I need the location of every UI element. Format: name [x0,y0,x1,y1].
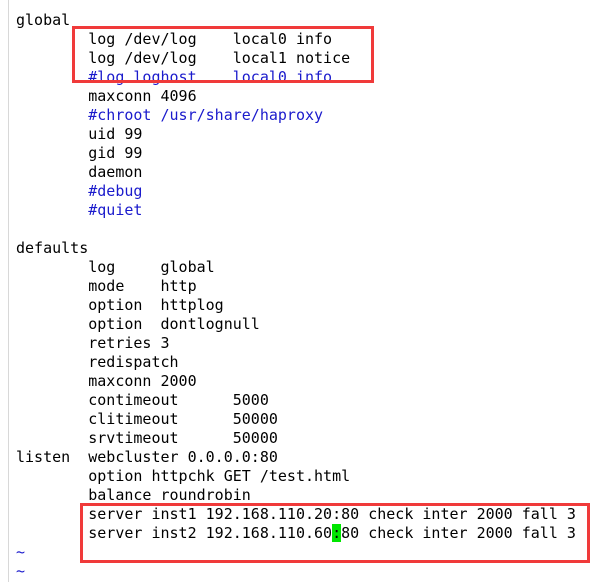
empty-line-tilde[interactable]: ~ [16,562,576,581]
code-line[interactable]: #chroot /usr/share/haproxy [16,106,576,125]
code-line[interactable]: daemon [16,163,576,182]
code-line[interactable]: defaults [16,239,576,258]
code-line[interactable]: uid 99 [16,125,576,144]
code-line[interactable]: retries 3 [16,334,576,353]
code-line[interactable] [16,220,576,239]
code-line[interactable]: option httplog [16,296,576,315]
code-line[interactable]: listen webcluster 0.0.0.0:80 [16,448,576,467]
code-line[interactable]: option httpchk GET /test.html [16,467,576,486]
code-line[interactable]: contimeout 5000 [16,391,576,410]
code-line[interactable]: srvtimeout 50000 [16,429,576,448]
left-border [8,0,9,582]
code-line[interactable]: maxconn 4096 [16,87,576,106]
code-line[interactable]: clitimeout 50000 [16,410,576,429]
code-line[interactable]: log global [16,258,576,277]
code-line[interactable]: mode http [16,277,576,296]
code-line[interactable]: gid 99 [16,144,576,163]
code-line[interactable]: option dontlognull [16,315,576,334]
code-line[interactable]: maxconn 2000 [16,372,576,391]
code-line[interactable]: #quiet [16,201,576,220]
highlight-box-log-lines [72,26,374,83]
highlight-box-server-lines [80,503,590,563]
code-line[interactable]: redispatch [16,353,576,372]
code-line[interactable]: #debug [16,182,576,201]
vim-editor[interactable]: global log /dev/log local0 info log /dev… [16,11,576,581]
